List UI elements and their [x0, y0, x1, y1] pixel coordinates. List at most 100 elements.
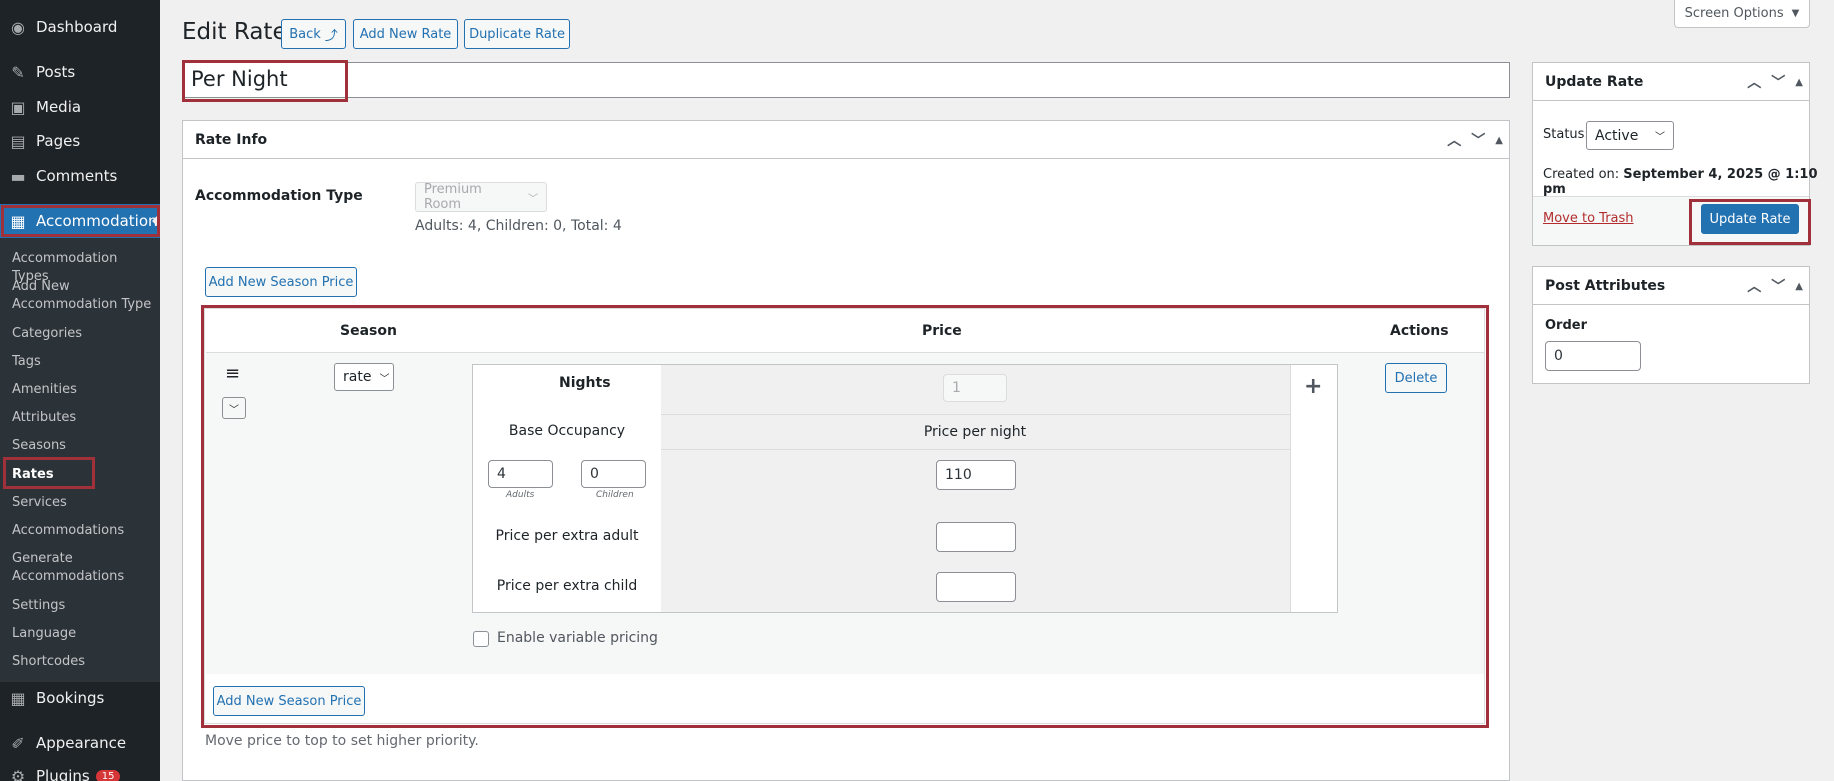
- update-rate-title: Update Rate: [1545, 73, 1644, 90]
- submenu-add-new-accommodation-type[interactable]: Add New Accommodation Type: [12, 278, 162, 314]
- col-actions: Actions: [1390, 323, 1449, 339]
- submenu-tags[interactable]: Tags: [12, 353, 152, 371]
- created-on: Created on: September 4, 2025 @ 1:10 pm: [1543, 167, 1834, 197]
- submenu-rates[interactable]: Rates: [12, 466, 152, 484]
- extra-child-input[interactable]: [936, 572, 1016, 602]
- order-input[interactable]: 0: [1545, 341, 1641, 371]
- move-up-icon[interactable]: ︿: [1747, 276, 1761, 296]
- post-title-input[interactable]: Per Night: [182, 62, 1510, 98]
- menu-label: Dashboard: [36, 18, 118, 36]
- variable-pricing-checkbox[interactable]: [473, 631, 489, 647]
- season-select-value: rate: [343, 369, 372, 385]
- move-up-icon[interactable]: ︿: [1447, 130, 1461, 150]
- screen-options-button[interactable]: Screen Options ▼: [1674, 0, 1810, 28]
- move-down-icon[interactable]: ﹀: [1771, 276, 1785, 296]
- back-arrow-icon: ⤴: [324, 28, 338, 44]
- children-input[interactable]: 0: [581, 460, 646, 488]
- accommodation-type-select: Premium Room ﹀: [415, 182, 547, 212]
- menu-label: Appearance: [36, 734, 127, 752]
- accommodation-type-value: Premium Room: [424, 182, 482, 212]
- back-label: Back: [289, 26, 321, 42]
- add-season-price-bottom-button[interactable]: Add New Season Price: [213, 686, 365, 716]
- base-occupancy-label: Base Occupancy: [508, 423, 626, 439]
- nights-label: Nights: [559, 375, 611, 391]
- plugins-update-badge: 15: [95, 769, 121, 781]
- menu-label: Bookings: [36, 689, 105, 707]
- rate-info-title: Rate Info: [195, 131, 268, 148]
- add-new-rate-button[interactable]: Add New Rate: [353, 19, 458, 49]
- menu-plugins[interactable]: ⚙ Plugins 15: [0, 759, 160, 781]
- move-down-icon[interactable]: ﹀: [1771, 72, 1785, 92]
- price-per-night-label: Price per night: [923, 424, 1027, 440]
- move-down-icon[interactable]: ﹀: [1471, 130, 1485, 150]
- update-rate-header: Update Rate ︿ ﹀ ▲: [1533, 63, 1809, 101]
- menu-label: Accommodation: [36, 212, 158, 230]
- price-per-night-input[interactable]: 110: [936, 460, 1016, 490]
- update-rate-button[interactable]: Update Rate: [1701, 204, 1799, 234]
- menu-comments[interactable]: ▬ Comments: [0, 159, 160, 193]
- move-to-trash-link[interactable]: Move to Trash: [1543, 211, 1634, 226]
- adults-input[interactable]: 4: [488, 460, 553, 488]
- submenu-settings[interactable]: Settings: [12, 597, 152, 615]
- toggle-panel-icon[interactable]: ▲: [1495, 135, 1503, 146]
- add-nights-plus-icon[interactable]: +: [1304, 374, 1322, 399]
- status-value: Active: [1595, 127, 1639, 144]
- submenu-services[interactable]: Services: [12, 494, 152, 512]
- col-price: Price: [922, 323, 962, 339]
- accommodation-type-label: Accommodation Type: [195, 188, 363, 204]
- menu-label: Comments: [36, 167, 118, 185]
- chevron-down-icon: ﹀: [379, 373, 390, 385]
- submenu-categories[interactable]: Categories: [12, 325, 152, 343]
- expand-row-icon[interactable]: ﹀: [222, 397, 246, 419]
- submenu-amenities[interactable]: Amenities: [12, 381, 152, 399]
- dashboard-icon: ◉: [11, 17, 25, 37]
- menu-accommodation[interactable]: ▦ Accommodation: [0, 204, 160, 238]
- menu-label: Posts: [36, 63, 76, 81]
- extra-adult-input[interactable]: [936, 522, 1016, 552]
- children-caption: Children: [596, 490, 634, 500]
- rate-info-header: Rate Info ︿ ﹀ ▲: [183, 121, 1509, 159]
- submenu-generate-accommodations[interactable]: Generate Accommodations: [12, 550, 142, 586]
- current-arrow: [152, 213, 160, 229]
- move-up-icon[interactable]: ︿: [1747, 72, 1761, 92]
- grid-divider: [661, 449, 1290, 450]
- nights-input: 1: [943, 374, 1007, 402]
- submenu-attributes[interactable]: Attributes: [12, 409, 152, 427]
- menu-media[interactable]: ▣ Media: [0, 90, 160, 124]
- calendar-icon: ▦: [10, 688, 26, 708]
- adults-caption: Adults: [506, 490, 535, 500]
- brush-icon: ✐: [11, 733, 25, 753]
- duplicate-rate-button[interactable]: Duplicate Rate: [464, 19, 570, 49]
- order-label: Order: [1545, 318, 1587, 333]
- plugin-icon: ⚙: [10, 766, 26, 781]
- created-label: Created on:: [1543, 167, 1620, 182]
- back-button[interactable]: Back ⤴: [281, 19, 346, 49]
- page-title: Edit Rate: [182, 19, 287, 45]
- screen-options-label: Screen Options: [1684, 6, 1784, 21]
- submenu-shortcodes[interactable]: Shortcodes: [12, 653, 152, 671]
- menu-pages[interactable]: ▤ Pages: [0, 124, 160, 158]
- toggle-panel-icon[interactable]: ▲: [1795, 281, 1803, 292]
- submenu-language[interactable]: Language: [12, 625, 152, 643]
- submenu-seasons[interactable]: Seasons: [12, 437, 152, 455]
- menu-dashboard[interactable]: ◉ Dashboard: [0, 10, 160, 44]
- chevron-down-icon: ﹀: [528, 193, 538, 205]
- menu-bookings[interactable]: ▦ Bookings: [0, 681, 160, 715]
- caret-down-icon: ▼: [1791, 8, 1800, 19]
- menu-appearance[interactable]: ✐ Appearance: [0, 726, 160, 760]
- chevron-down-icon: ﹀: [1655, 132, 1665, 143]
- variable-pricing-label: Enable variable pricing: [497, 630, 658, 646]
- priority-hint: Move price to top to set higher priority…: [205, 733, 479, 749]
- add-season-price-button[interactable]: Add New Season Price: [205, 267, 357, 297]
- delete-season-button[interactable]: Delete: [1385, 363, 1447, 393]
- drag-handle-icon[interactable]: ≡: [225, 363, 240, 384]
- toggle-panel-icon[interactable]: ▲: [1795, 77, 1803, 88]
- menu-posts[interactable]: ✎ Posts: [0, 55, 160, 89]
- menu-label: Media: [36, 98, 82, 116]
- status-select[interactable]: Active ﹀: [1586, 121, 1674, 150]
- season-select[interactable]: rate ﹀: [334, 363, 394, 391]
- menu-label: Pages: [36, 132, 81, 150]
- submenu-accommodations[interactable]: Accommodations: [12, 522, 152, 540]
- extra-child-label: Price per extra child: [496, 578, 638, 594]
- pin-icon: ✎: [11, 62, 25, 82]
